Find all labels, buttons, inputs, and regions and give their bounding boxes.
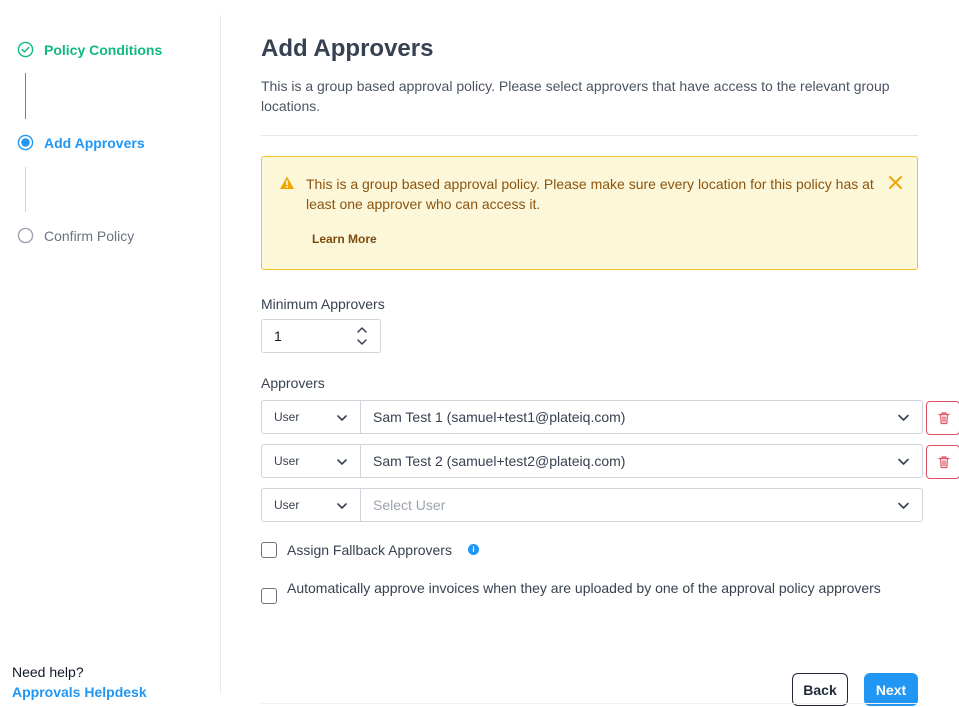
min-approvers-stepper[interactable]: 1 (261, 319, 381, 353)
min-approvers-value: 1 (274, 328, 282, 344)
fallback-approvers-checkbox[interactable] (261, 542, 277, 558)
approver-user-value: Sam Test 2 (samuel+test2@plateiq.com) (373, 453, 626, 469)
select-user-placeholder: Select User (373, 497, 446, 513)
chevron-down-icon (337, 459, 347, 465)
step-policy-conditions[interactable]: Policy Conditions (17, 41, 162, 58)
sidebar-divider (220, 15, 221, 693)
step-label: Confirm Policy (44, 227, 135, 244)
warning-alert: This is a group based approval policy. P… (261, 156, 918, 270)
chevron-down-icon (898, 458, 909, 465)
help-question: Need help? (12, 664, 84, 680)
alert-message: This is a group based approval policy. P… (306, 176, 874, 212)
chevron-down-icon (898, 502, 909, 509)
back-button[interactable]: Back (792, 673, 848, 706)
fallback-approvers-label: Assign Fallback Approvers (287, 542, 452, 558)
divider (261, 135, 918, 136)
step-connector (25, 73, 26, 119)
check-circle-icon (17, 41, 34, 58)
approver-type-select[interactable]: User (261, 488, 361, 522)
delete-approver-button[interactable] (926, 401, 959, 435)
approver-type-select[interactable]: User (261, 444, 361, 478)
approver-type-value: User (274, 410, 300, 424)
approver-user-value: Sam Test 1 (samuel+test1@plateiq.com) (373, 409, 626, 425)
page-title: Add Approvers (261, 35, 434, 62)
approvers-label: Approvers (261, 375, 325, 391)
step-label: Policy Conditions (44, 41, 163, 58)
fallback-approvers-option[interactable]: Assign Fallback Approvers i (261, 542, 479, 558)
step-connector (25, 167, 26, 212)
main-content: Add Approvers This is a group based appr… (261, 0, 959, 707)
radio-active-icon (17, 134, 34, 151)
delete-approver-button[interactable] (926, 445, 959, 479)
chevron-down-icon (898, 414, 909, 421)
auto-approve-label: Automatically approve invoices when they… (287, 580, 881, 596)
chevron-down-icon (337, 415, 347, 421)
approver-user-select[interactable]: Sam Test 1 (samuel+test1@plateiq.com) (360, 400, 923, 434)
min-approvers-label: Minimum Approvers (261, 296, 385, 312)
info-icon[interactable]: i (467, 543, 479, 555)
radio-empty-icon (17, 227, 34, 244)
step-add-approvers[interactable]: Add Approvers (17, 134, 145, 151)
warning-icon (280, 176, 294, 189)
approver-user-select[interactable]: Sam Test 2 (samuel+test2@plateiq.com) (360, 444, 923, 478)
page-description: This is a group based approval policy. P… (261, 78, 890, 114)
approver-user-select[interactable]: Select User (360, 488, 923, 522)
close-icon[interactable] (888, 175, 903, 190)
chevron-down-icon (337, 503, 347, 509)
next-button[interactable]: Next (864, 673, 918, 706)
auto-approve-option[interactable]: Automatically approve invoices when they… (261, 580, 881, 604)
up-down-arrows-icon[interactable] (356, 325, 368, 347)
trash-icon (938, 456, 950, 469)
approver-type-value: User (274, 454, 300, 468)
auto-approve-checkbox[interactable] (261, 588, 277, 604)
learn-more-link[interactable]: Learn More (312, 232, 377, 246)
footer-divider (261, 703, 918, 704)
helpdesk-link[interactable]: Approvals Helpdesk (12, 684, 147, 700)
step-confirm-policy[interactable]: Confirm Policy (17, 227, 134, 244)
help-section: Need help? Approvals Helpdesk (12, 664, 147, 700)
trash-icon (938, 412, 950, 425)
approver-type-value: User (274, 498, 300, 512)
approver-type-select[interactable]: User (261, 400, 361, 434)
stepper-sidebar: Policy Conditions Add Approvers Confirm … (0, 0, 221, 707)
step-label: Add Approvers (44, 134, 145, 151)
